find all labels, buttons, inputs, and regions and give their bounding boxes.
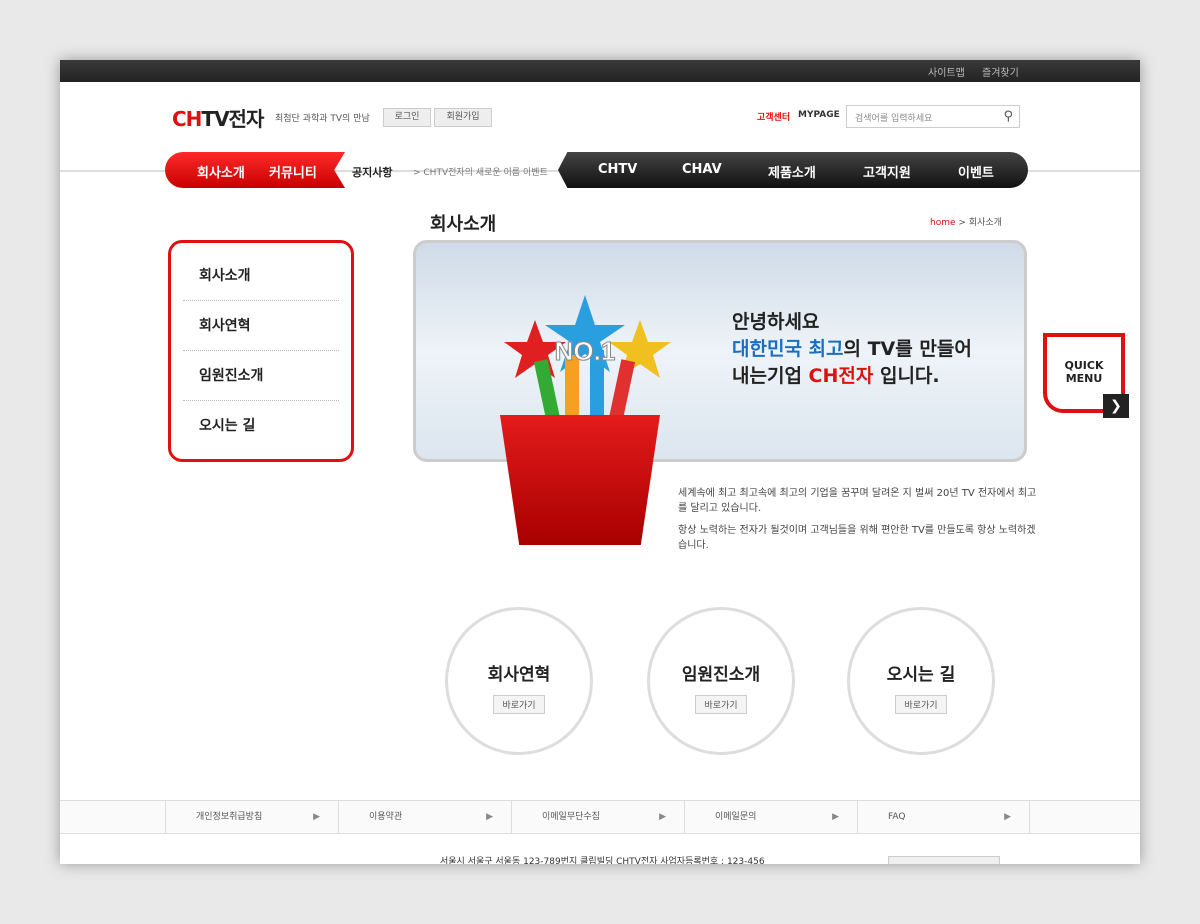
sidebar-item-company[interactable]: 회사소개 [183, 251, 339, 301]
nav-chtv[interactable]: CHTV [598, 162, 637, 177]
stars-illustration: NO.1 [504, 295, 671, 430]
page-panel: 사이트맵 즐겨찾기 CHTV전자 최첨단 과학과 TV의 만남 로그인 회원가입… [60, 60, 1140, 864]
nav-support[interactable]: 고객지원 [863, 162, 911, 181]
company-description: 세계속에 최고 최고속에 최고의 기업을 꿈꾸며 달려온 지 벌써 20년 TV… [678, 488, 1037, 551]
search-input[interactable]: 검색어를 입력하세요 ⚲ [846, 105, 1020, 128]
page-title: 회사소개 [430, 214, 497, 235]
footer-email-inquiry[interactable]: 이메일문의 ▶ [684, 801, 857, 833]
sidebar-item-executives[interactable]: 임원진소개 [183, 351, 339, 401]
notice-text[interactable]: > CHTV전자의 새로운 이름 이벤트 [413, 165, 549, 178]
login-button[interactable]: 로그인 [383, 108, 431, 127]
red-nav: 회사소개 커뮤니티 [165, 152, 345, 188]
footer-links: 개인정보취급방침 ▶ 이용약관 ▶ 이메일무단수집 ▶ 이메일문의 ▶ FAQ ▶ [60, 800, 1140, 834]
breadcrumb: home > 회사소개 [930, 218, 1002, 228]
footer-privacy[interactable]: 개인정보취급방침 ▶ [165, 801, 338, 833]
footer-terms[interactable]: 이용약관 ▶ [338, 801, 511, 833]
go-button[interactable]: 바로가기 [493, 695, 545, 714]
circle-executives[interactable]: 임원진소개 바로가기 [647, 607, 795, 755]
nav-chav[interactable]: CHAV [682, 162, 722, 177]
sidebar-item-history[interactable]: 회사연혁 [183, 301, 339, 351]
banner-line-1: 안녕하세요 [732, 311, 820, 333]
join-button[interactable]: 회원가입 [434, 108, 492, 127]
circle-history[interactable]: 회사연혁 바로가기 [445, 607, 593, 755]
family-site-select[interactable] [888, 856, 1000, 864]
go-button[interactable]: 바로가기 [695, 695, 747, 714]
sitemap-link[interactable]: 사이트맵 [928, 64, 965, 79]
nav-products[interactable]: 제품소개 [768, 162, 816, 181]
banner-line-3: 내는기업 CH전자 입니다. [732, 365, 940, 387]
sidebar-item-directions[interactable]: 오시는 길 [183, 401, 339, 451]
customer-center-link[interactable]: 고객센터 [757, 110, 790, 123]
notice-label[interactable]: 공지사항 [352, 164, 392, 180]
mypage-link[interactable]: MYPAGE [798, 110, 840, 120]
bookmark-link[interactable]: 즐겨찾기 [982, 64, 1019, 79]
chevron-right-icon[interactable]: ❯ [1103, 394, 1129, 418]
logo[interactable]: CHTV전자 [172, 103, 264, 132]
top-bar: 사이트맵 즐겨찾기 [60, 60, 1140, 82]
nav-event[interactable]: 이벤트 [958, 162, 994, 181]
circle-directions[interactable]: 오시는 길 바로가기 [847, 607, 995, 755]
gift-box [500, 415, 660, 545]
breadcrumb-home[interactable]: home [930, 218, 956, 228]
banner-line-2: 대한민국 최고의 TV를 만들어 [732, 338, 972, 360]
no1-badge: NO.1 [555, 336, 616, 366]
footer-address: 서울시 서울구 서울동 123-789번지 클립빌딩 CHTV전자 사업자등록번… [440, 857, 765, 864]
nav-community[interactable]: 커뮤니티 [269, 162, 317, 181]
tagline: 최첨단 과학과 TV의 만남 [275, 114, 370, 124]
main-nav: CHTV CHAV 제품소개 고객지원 이벤트 [558, 152, 1028, 188]
footer-faq[interactable]: FAQ ▶ [857, 801, 1030, 833]
go-button[interactable]: 바로가기 [895, 695, 947, 714]
sidebar-menu: 회사소개 회사연혁 임원진소개 오시는 길 [168, 240, 354, 462]
nav-company[interactable]: 회사소개 [197, 162, 245, 181]
search-icon[interactable]: ⚲ [1003, 109, 1013, 124]
footer-email-refusal[interactable]: 이메일무단수집 ▶ [511, 801, 684, 833]
